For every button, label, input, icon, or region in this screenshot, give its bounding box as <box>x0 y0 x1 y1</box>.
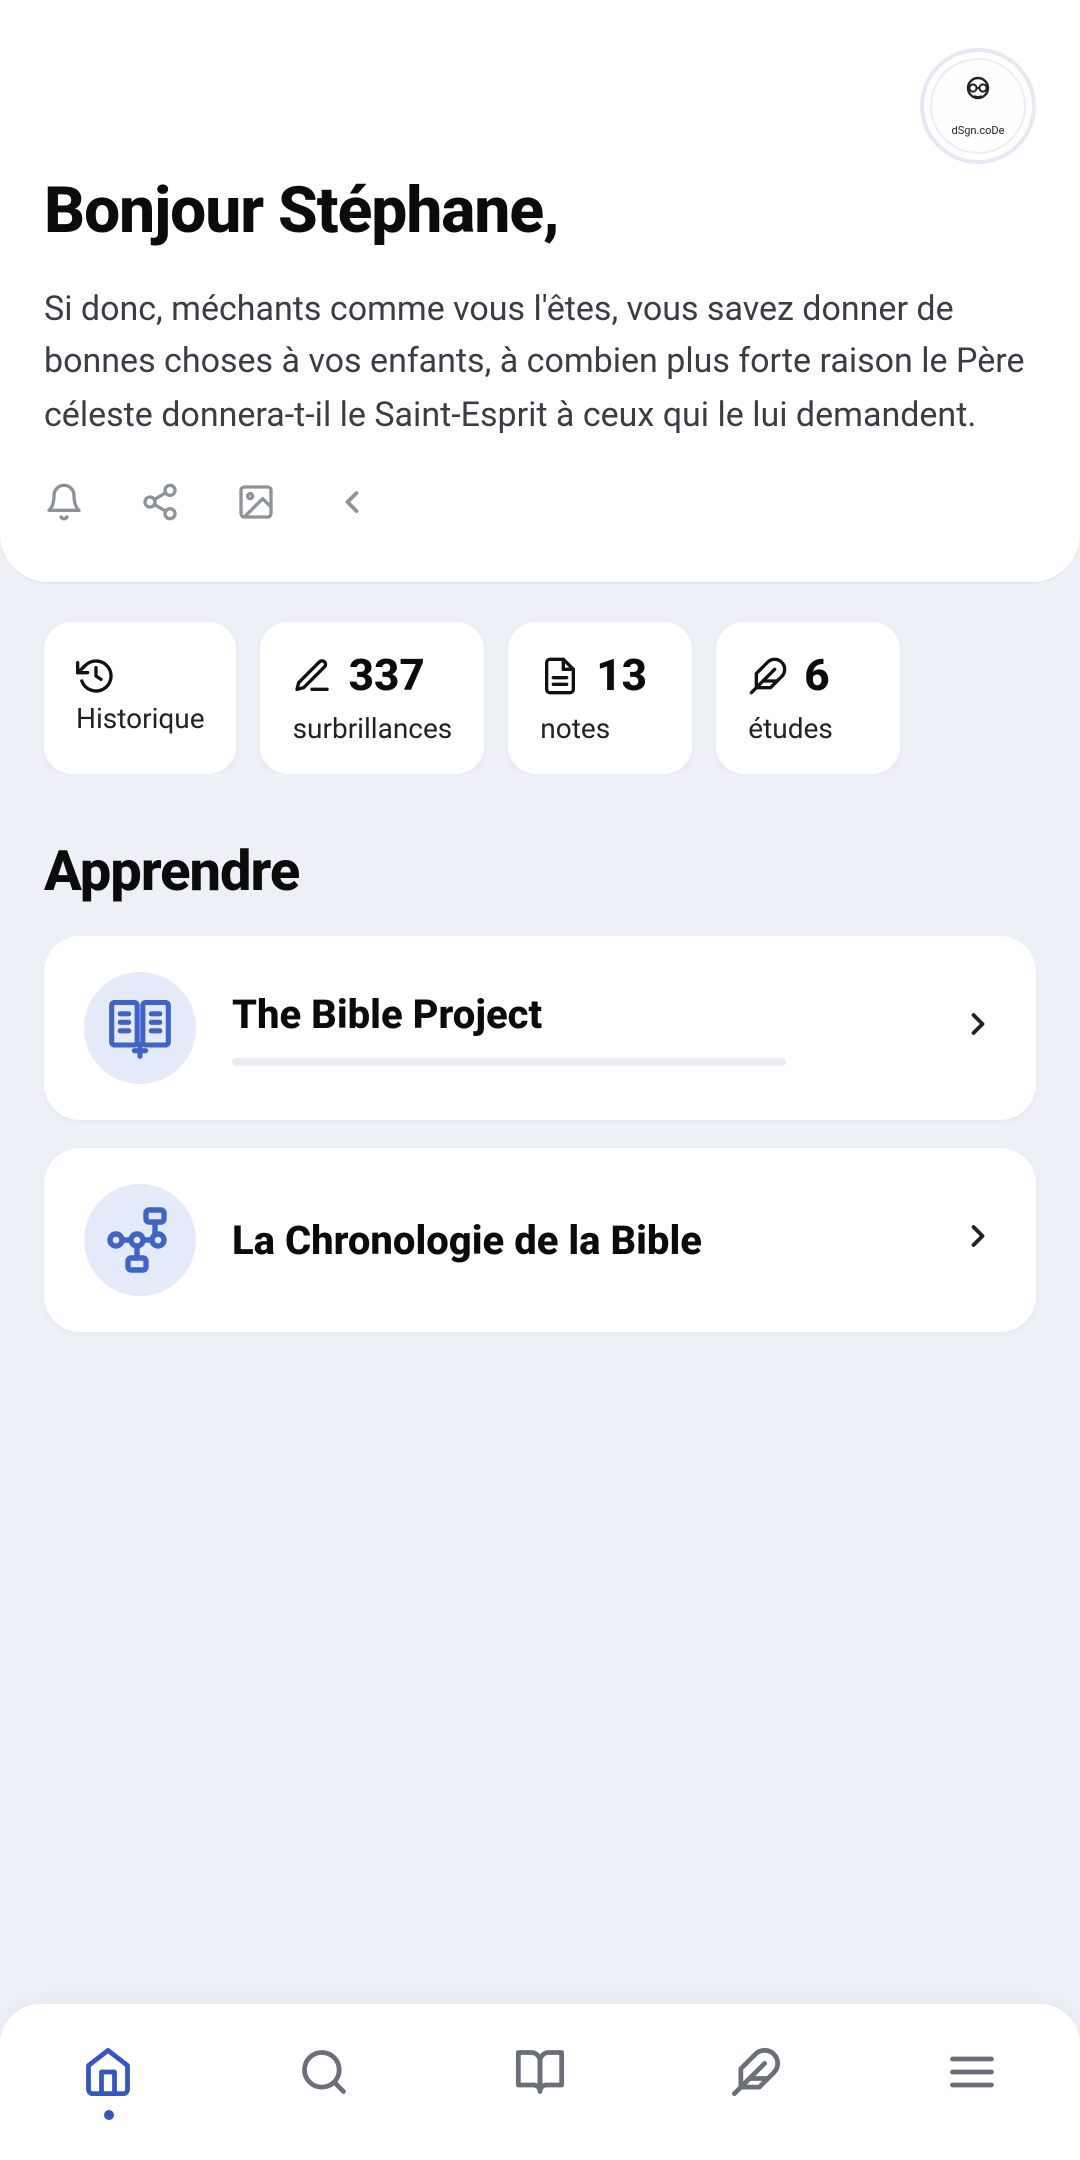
bible-icon <box>84 972 196 1084</box>
avatar[interactable]: dSgn.coDe <box>920 48 1036 164</box>
stat-card-highlights[interactable]: 337 surbrillances <box>261 622 485 774</box>
nav-menu[interactable] <box>922 2029 1022 2135</box>
stat-label-highlights: surbrillances <box>293 714 453 746</box>
feather-icon <box>748 656 788 696</box>
chevron-right-icon <box>960 1006 996 1050</box>
bell-icon[interactable] <box>44 482 84 522</box>
nav-read[interactable] <box>490 2029 590 2135</box>
avatar-caption: dSgn.coDe <box>952 126 1005 138</box>
nav-study[interactable] <box>706 2029 806 2135</box>
stat-value-notes: 13 <box>596 652 647 702</box>
learn-section-title: Apprendre <box>0 774 1080 936</box>
learn-title-chronology: La Chronologie de la Bible <box>232 1216 924 1264</box>
stat-card-history[interactable]: Historique <box>44 622 237 774</box>
history-icon <box>76 656 116 696</box>
note-icon <box>540 656 580 696</box>
verse-text: Si donc, méchants comme vous l'êtes, vou… <box>44 284 1036 442</box>
avatar-face-icon <box>958 74 998 122</box>
nav-home[interactable] <box>58 2029 158 2135</box>
stat-value-highlights: 337 <box>349 652 425 702</box>
learn-card-bible-project[interactable]: The Bible Project <box>44 936 1036 1120</box>
learn-title-bible-project: The Bible Project <box>232 990 924 1038</box>
stat-value-studies: 6 <box>804 652 829 702</box>
stat-card-studies[interactable]: 6 études <box>716 622 900 774</box>
verse-action-row <box>44 482 1036 522</box>
nav-active-dot <box>103 2109 113 2119</box>
stat-label-history: Historique <box>76 704 205 736</box>
header-card: dSgn.coDe Bonjour Stéphane, Si donc, méc… <box>0 0 1080 582</box>
edit-icon <box>293 656 333 696</box>
learn-card-chronology[interactable]: La Chronologie de la Bible <box>44 1148 1036 1332</box>
bottom-nav <box>0 2004 1080 2160</box>
stats-row: Historique 337 surbrillances 13 notes <box>0 582 1080 774</box>
chevron-right-icon <box>960 1218 996 1262</box>
chevron-left-icon[interactable] <box>332 482 372 522</box>
image-icon[interactable] <box>236 482 276 522</box>
nav-search[interactable] <box>274 2029 374 2135</box>
share-icon[interactable] <box>140 482 180 522</box>
timeline-icon <box>84 1184 196 1296</box>
stat-label-studies: études <box>748 714 833 746</box>
progress-bar <box>232 1058 786 1066</box>
greeting-title: Bonjour Stéphane, <box>44 172 1036 248</box>
stat-label-notes: notes <box>540 714 610 746</box>
stat-card-notes[interactable]: 13 notes <box>508 622 692 774</box>
